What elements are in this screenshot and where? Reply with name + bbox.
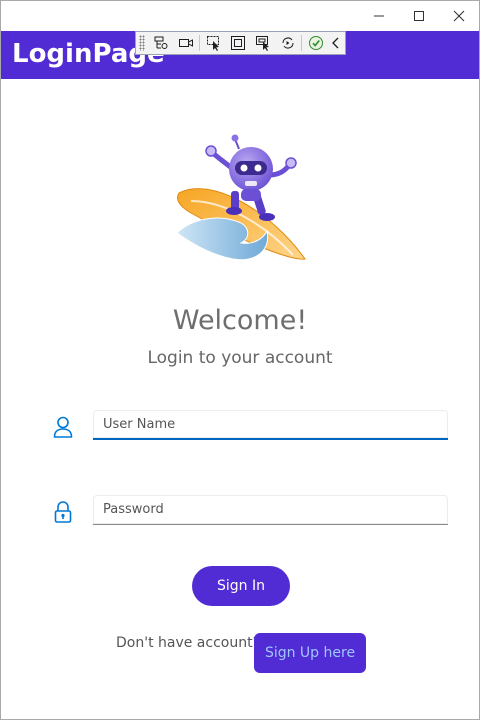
app-window: LoginPage Welcome! Login to your account… [0,0,480,720]
minimize-icon [374,15,384,17]
maximize-icon [414,11,424,21]
track-focus-icon [256,36,270,51]
sign-in-button[interactable]: Sign In [192,566,290,606]
maximize-button[interactable] [399,1,439,31]
welcome-heading: Welcome! [172,305,308,336]
record-button[interactable] [173,32,198,54]
sign-up-button[interactable]: Sign Up here [254,633,366,673]
hot-reload-button[interactable] [275,32,300,54]
no-account-label: Don't have account? [116,635,261,651]
close-icon [453,10,465,22]
select-element-icon [206,36,219,51]
username-field[interactable] [93,410,448,440]
live-visual-tree-button[interactable] [149,32,174,54]
login-subtitle: Login to your account [147,348,333,368]
collapse-toolbar-icon [332,37,339,49]
lock-icon [52,500,74,524]
track-focus-button[interactable] [251,32,276,54]
live-visual-tree-icon [154,36,168,49]
dotnet-bot-surfing-image [176,134,306,261]
binding-failures-check-icon [308,36,323,50]
select-element-button[interactable] [201,32,226,54]
collapse-toolbar-button[interactable] [328,32,345,54]
toolbar-grip-handle[interactable] [139,35,145,51]
user-icon [52,415,74,439]
xaml-debug-toolbar [135,31,346,55]
hot-reload-icon [282,37,294,49]
title-bar [1,1,479,31]
display-layout-adorners-icon [231,36,246,50]
display-layout-adorners-button[interactable] [226,32,251,54]
toolbar-separator [301,35,303,51]
binding-failures-check-button[interactable] [303,32,328,54]
record-icon [178,39,193,47]
toolbar-separator [199,35,201,51]
close-button[interactable] [439,1,479,31]
window-controls [359,1,479,31]
minimize-button[interactable] [359,1,399,31]
password-field[interactable] [93,495,448,525]
